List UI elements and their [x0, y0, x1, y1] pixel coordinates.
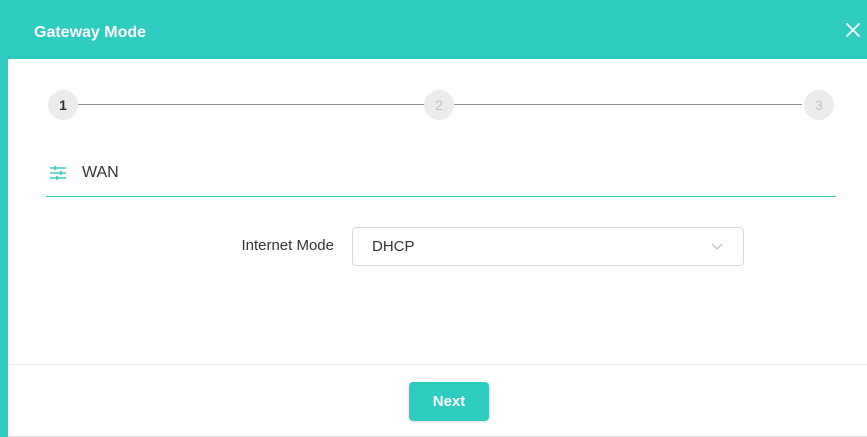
step-2: 2: [424, 90, 454, 120]
step-connector: [454, 104, 802, 105]
chevron-down-icon: [711, 243, 723, 250]
sliders-icon: [50, 166, 66, 180]
step-3: 3: [804, 90, 834, 120]
section-title: WAN: [82, 164, 119, 181]
internet-mode-select[interactable]: DHCP: [352, 227, 744, 266]
gateway-mode-dialog: Gateway Mode 1 2 3 WAN Internet Mode DHC…: [8, 0, 867, 437]
internet-mode-value: DHCP: [372, 238, 415, 255]
next-button[interactable]: Next: [409, 382, 489, 421]
step-connector: [78, 104, 424, 105]
footer-divider: [8, 364, 867, 365]
internet-mode-label: Internet Mode: [241, 237, 334, 254]
wan-section-header: WAN: [46, 160, 836, 197]
stepper: 1 2 3: [8, 0, 867, 140]
step-1: 1: [48, 90, 78, 120]
